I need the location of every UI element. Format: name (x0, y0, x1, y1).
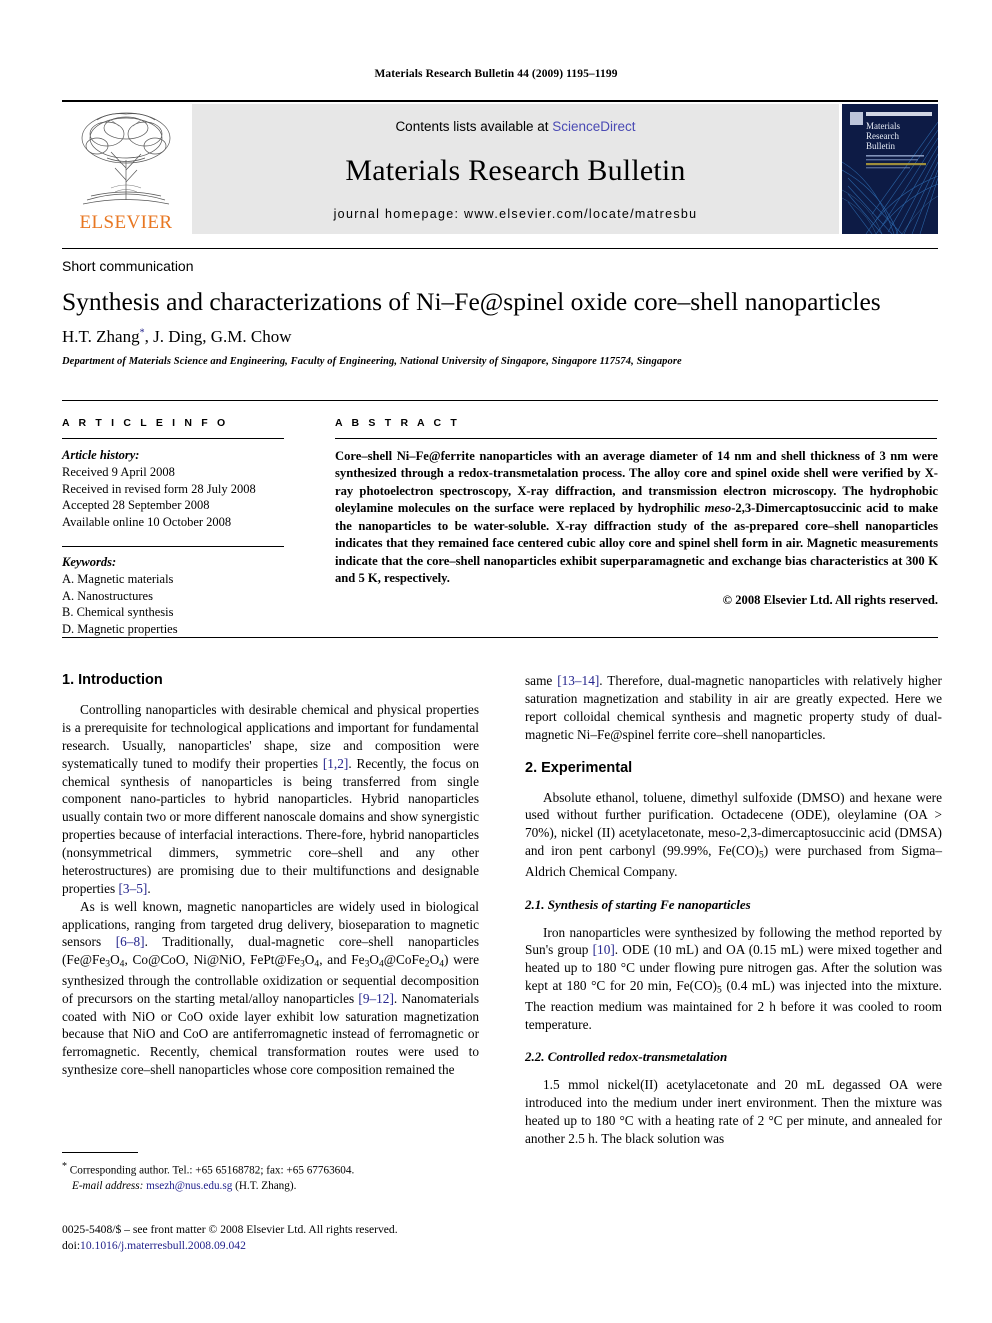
copyright-line: © 2008 Elsevier Ltd. All rights reserved… (722, 592, 938, 607)
history-item: Accepted 28 September 2008 (62, 498, 210, 512)
doi-link[interactable]: 10.1016/j.materresbull.2008.09.042 (80, 1239, 246, 1252)
abstract-caption: A B S T R A C T (335, 417, 460, 429)
paragraph: 1.5 mmol nickel(II) acetylacetonate and … (525, 1077, 942, 1147)
page-title: Synthesis and characterizations of Ni–Fe… (62, 287, 881, 316)
elsevier-logo: ELSEVIER (62, 104, 190, 234)
paper-page: Materials Research Bulletin 44 (2009) 11… (0, 0, 992, 1323)
history-item: Available online 10 October 2008 (62, 514, 232, 529)
abstract-rule (335, 438, 937, 439)
email-note: E-mail address: msezh@nus.edu.sg (H.T. Z… (62, 1179, 479, 1194)
affiliation: Department of Materials Science and Engi… (62, 356, 682, 367)
page-footer: 0025-5408/$ – see front matter © 2008 El… (62, 1222, 562, 1254)
masthead-bottom-rule (62, 248, 938, 249)
keyword-item: A. Magnetic materials (62, 572, 174, 586)
abstract-column: A B S T R A C T Core–shell Ni–Fe@ferrite… (307, 417, 938, 637)
journal-homepage-link[interactable]: journal homepage: www.elsevier.com/locat… (334, 207, 698, 221)
article-info-column: A R T I C L E I N F O Article history: R… (62, 417, 307, 637)
journal-cover-thumbnail: Materials Research Bulletin (842, 104, 938, 234)
article-info-abstract-block: A R T I C L E I N F O Article history: R… (62, 400, 938, 638)
elsevier-wordmark: ELSEVIER (79, 212, 173, 233)
footnote-rule (62, 1152, 138, 1153)
svg-text:Bulletin: Bulletin (866, 141, 895, 151)
contents-prefix: Contents lists available at (395, 119, 553, 134)
article-history-label: Article history: (62, 448, 140, 462)
email-label: E-mail address: (72, 1179, 144, 1192)
abstract-text: Core–shell Ni–Fe@ferrite nanoparticles w… (335, 449, 938, 586)
journal-title: Materials Research Bulletin (345, 153, 686, 187)
subsection-heading-2-1: 2.1. Synthesis of starting Fe nanopartic… (525, 896, 751, 912)
issn-line: 0025-5408/$ – see front matter © 2008 El… (62, 1223, 398, 1236)
author-names: H.T. Zhang*, J. Ding, G.M. Chow (62, 327, 292, 346)
keyword-item: B. Chemical synthesis (62, 605, 174, 619)
body-columns: 1. Introduction Controlling nanoparticle… (62, 672, 942, 1182)
keyword-item: A. Nanostructures (62, 588, 153, 603)
email-link[interactable]: msezh@nus.edu.sg (146, 1180, 232, 1192)
footnote: * Corresponding author. Tel.: +65 651687… (62, 1160, 479, 1194)
doi-label: doi: (62, 1239, 81, 1253)
right-column: same [13–14]. Therefore, dual-magnetic n… (525, 672, 942, 1182)
corresponding-author-note: * Corresponding author. Tel.: +65 651687… (62, 1161, 355, 1177)
history-item: Received in revised form 28 July 2008 (62, 481, 256, 496)
keywords-rule (62, 546, 284, 547)
running-head: Materials Research Bulletin 44 (2009) 11… (374, 68, 618, 80)
elsevier-tree-icon (67, 108, 185, 212)
paragraph: Absolute ethanol, toluene, dimethyl sulf… (525, 789, 942, 879)
paragraph: same [13–14]. Therefore, dual-magnetic n… (525, 673, 942, 742)
history-item: Received 9 April 2008 (62, 465, 175, 479)
doi-line: doi:10.1016/j.materresbull.2008.09.042 (62, 1238, 562, 1254)
section-heading-experimental: 2. Experimental (525, 759, 633, 776)
keywords-label: Keywords: (62, 555, 117, 569)
journal-masthead: ELSEVIER Contents lists available at Sci… (62, 100, 938, 234)
keywords-block: Keywords: A. Magnetic materials A. Nanos… (62, 546, 287, 637)
paragraph: Controlling nanoparticles with desirable… (62, 702, 480, 896)
svg-text:Materials: Materials (866, 121, 900, 131)
sciencedirect-link[interactable]: ScienceDirect (552, 119, 635, 134)
paragraph: Iron nanoparticles were synthesized by f… (525, 924, 943, 1032)
email-owner: (H.T. Zhang). (235, 1179, 297, 1192)
contents-available-line: Contents lists available at ScienceDirec… (395, 119, 635, 134)
left-column: 1. Introduction Controlling nanoparticle… (62, 672, 479, 1182)
article-type: Short communication (62, 258, 194, 274)
author-list: H.T. Zhang*, J. Ding, G.M. Chow (62, 327, 942, 347)
journal-banner: Contents lists available at ScienceDirec… (192, 104, 839, 234)
article-info-rule (62, 438, 284, 439)
section-heading-introduction: 1. Introduction (62, 672, 163, 688)
subsection-heading-2-2: 2.2. Controlled redox-transmetalation (525, 1049, 728, 1065)
paragraph: As is well known, magnetic nanoparticles… (62, 898, 480, 1078)
keyword-item: D. Magnetic properties (62, 621, 178, 636)
article-info-caption: A R T I C L E I N F O (62, 417, 229, 429)
svg-text:Research: Research (866, 131, 899, 141)
